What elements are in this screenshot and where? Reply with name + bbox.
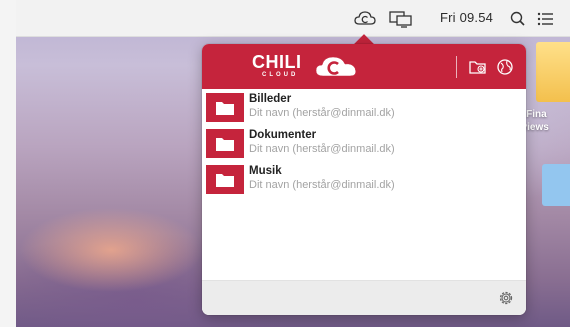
folder-name: Billeder: [249, 93, 292, 105]
spotlight-search-icon[interactable]: [509, 9, 527, 29]
menubar-clock[interactable]: Fri 09.54: [440, 10, 493, 25]
folder-row-musik[interactable]: Musik Dit navn (herstår@dinmail.dk): [202, 161, 526, 197]
new-folder-icon[interactable]: [468, 57, 488, 77]
folder-row-dokumenter[interactable]: Dokumenter Dit navn (herstår@dinmail.dk): [202, 125, 526, 161]
folder-icon: [206, 93, 244, 122]
folder-row-billeder[interactable]: Billeder Dit navn (herstår@dinmail.dk): [202, 89, 526, 125]
folder-name: Dokumenter: [249, 129, 317, 141]
folder-icon: [206, 129, 244, 158]
header-divider: [456, 56, 457, 78]
folder-name: Musik: [249, 165, 282, 177]
logo-text: CHILI: [252, 52, 302, 72]
popover-footer: [202, 280, 526, 315]
desktop-file-icon[interactable]: [542, 164, 570, 206]
folder-owner: Dit navn (herstår@dinmail.dk): [249, 143, 395, 155]
chili-cloud-popover: CHILI CLOUD Billeder Dit navn (herstår@d…: [202, 44, 526, 315]
gear-icon[interactable]: [497, 289, 515, 307]
globe-icon[interactable]: [495, 57, 515, 77]
menu-bar: Fri 09.54: [16, 0, 570, 37]
logo-subtext: CLOUD: [262, 72, 299, 78]
folder-icon: [206, 165, 244, 194]
chili-cloud-logo-icon: [315, 55, 359, 79]
folder-owner: Dit navn (herstår@dinmail.dk): [249, 107, 395, 119]
display-mirroring-icon[interactable]: [388, 9, 414, 29]
folder-list: Billeder Dit navn (herstår@dinmail.dk) D…: [202, 89, 526, 197]
folder-owner: Dit navn (herstår@dinmail.dk): [249, 179, 395, 191]
popover-header: CHILI CLOUD: [202, 44, 526, 89]
chili-cloud-menubar-icon[interactable]: [354, 9, 376, 29]
desktop-folder-icon[interactable]: [536, 42, 570, 102]
notification-list-icon[interactable]: [536, 9, 556, 29]
